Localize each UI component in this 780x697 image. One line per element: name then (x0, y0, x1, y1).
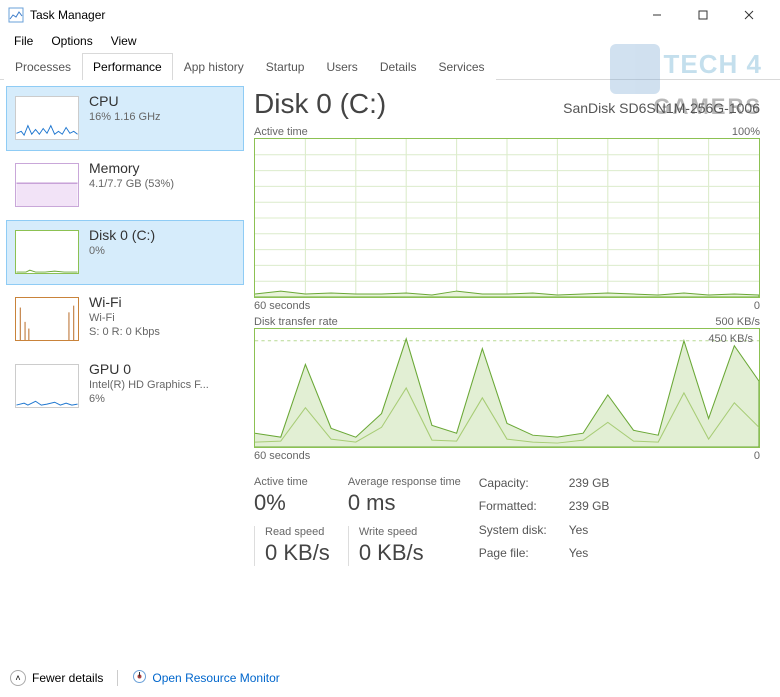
sidebar-item-memory[interactable]: Memory 4.1/7.7 GB (53%) (6, 153, 244, 218)
tab-processes[interactable]: Processes (4, 53, 82, 80)
response-time-value: 0 ms (348, 490, 461, 516)
sidebar-item-wifi[interactable]: Wi-Fi Wi-Fi S: 0 R: 0 Kbps (6, 287, 244, 352)
device-name: SanDisk SD6SN1M-256G-1006 (563, 100, 760, 116)
fewer-details-button[interactable]: ˄ Fewer details (10, 670, 103, 686)
write-speed-label: Write speed (359, 526, 461, 538)
memory-sub: 4.1/7.7 GB (53%) (89, 178, 174, 190)
sidebar-item-cpu[interactable]: CPU 16% 1.16 GHz (6, 86, 244, 151)
cpu-sub: 16% 1.16 GHz (89, 111, 161, 123)
chart2-xright: 0 (754, 450, 760, 462)
chart2-overlay: 450 KB/s (708, 333, 753, 345)
maximize-button[interactable] (680, 0, 726, 30)
divider (117, 670, 118, 686)
open-resource-monitor-link[interactable]: Open Resource Monitor (132, 669, 279, 687)
resmon-icon (132, 669, 147, 687)
disk-sub: 0% (89, 245, 155, 257)
read-speed-label: Read speed (265, 526, 330, 538)
menu-options[interactable]: Options (43, 32, 100, 50)
gpu-sub2: 6% (89, 393, 209, 405)
tab-services[interactable]: Services (428, 53, 496, 80)
menubar: File Options View (0, 30, 780, 52)
chart2-label: Disk transfer rate (254, 316, 338, 328)
cpu-thumb-chart (15, 96, 79, 140)
chart1-max: 100% (732, 126, 760, 138)
tab-startup[interactable]: Startup (255, 53, 316, 80)
tab-bar: Processes Performance App history Startu… (0, 52, 780, 80)
chart2-xleft: 60 seconds (254, 450, 310, 462)
cpu-label: CPU (89, 93, 161, 109)
read-speed-value: 0 KB/s (265, 540, 330, 566)
active-time-value: 0% (254, 490, 330, 516)
wifi-label: Wi-Fi (89, 294, 160, 310)
wifi-sub2: S: 0 R: 0 Kbps (89, 326, 160, 338)
sidebar-item-disk[interactable]: Disk 0 (C:) 0% (6, 220, 244, 285)
wifi-thumb-chart (15, 297, 79, 341)
memory-label: Memory (89, 160, 174, 176)
titlebar: Task Manager (0, 0, 780, 30)
performance-sidebar: CPU 16% 1.16 GHz Memory 4.1/7.7 GB (53%)… (0, 80, 250, 660)
active-time-chart[interactable] (254, 138, 760, 298)
tab-performance[interactable]: Performance (82, 53, 173, 80)
menu-view[interactable]: View (103, 32, 145, 50)
write-speed-value: 0 KB/s (359, 540, 461, 566)
chart1-xright: 0 (754, 300, 760, 312)
chart1-label: Active time (254, 126, 308, 138)
detail-pane: Disk 0 (C:) SanDisk SD6SN1M-256G-1006 Ac… (250, 80, 780, 660)
window-title: Task Manager (30, 8, 634, 22)
footer-bar: ˄ Fewer details Open Resource Monitor (10, 669, 280, 687)
sidebar-item-gpu[interactable]: GPU 0 Intel(R) HD Graphics F... 6% (6, 354, 244, 419)
chart1-xleft: 60 seconds (254, 300, 310, 312)
chart2-max: 500 KB/s (715, 316, 760, 328)
disk-specs: Capacity:239 GB Formatted:239 GB System … (479, 476, 639, 566)
transfer-rate-chart[interactable]: 450 KB/s (254, 328, 760, 448)
gpu-label: GPU 0 (89, 361, 209, 377)
tab-users[interactable]: Users (315, 53, 368, 80)
tab-details[interactable]: Details (369, 53, 428, 80)
taskmgr-icon (8, 7, 24, 23)
response-time-label: Average response time (348, 476, 461, 488)
disk-label: Disk 0 (C:) (89, 227, 155, 243)
minimize-button[interactable] (634, 0, 680, 30)
active-time-label: Active time (254, 476, 330, 488)
gpu-sub1: Intel(R) HD Graphics F... (89, 379, 209, 391)
disk-thumb-chart (15, 230, 79, 274)
gpu-thumb-chart (15, 364, 79, 408)
page-title: Disk 0 (C:) (254, 88, 386, 120)
memory-thumb-chart (15, 163, 79, 207)
close-button[interactable] (726, 0, 772, 30)
tab-apphistory[interactable]: App history (173, 53, 255, 80)
chevron-up-icon: ˄ (10, 670, 26, 686)
menu-file[interactable]: File (6, 32, 41, 50)
wifi-sub1: Wi-Fi (89, 312, 160, 324)
